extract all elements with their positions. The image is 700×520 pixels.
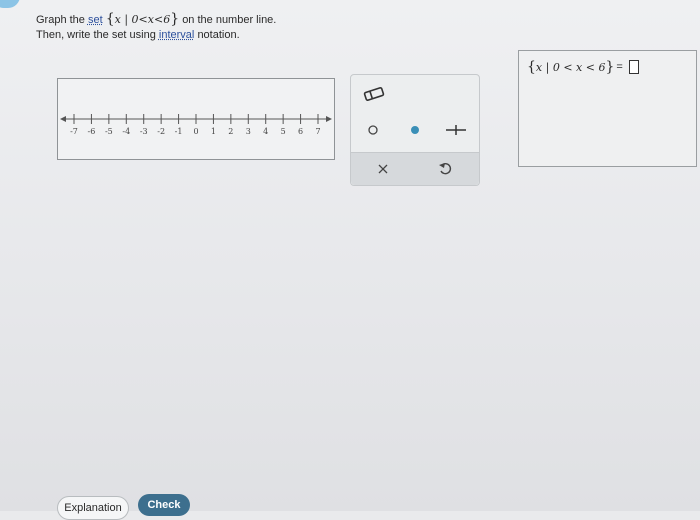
number-line-tick-label: -3 (140, 127, 148, 136)
equals-sign: = (616, 61, 623, 73)
check-button[interactable]: Check (138, 494, 190, 516)
question-line2-prefix: Then, write the set using (36, 29, 156, 41)
set-link[interactable]: set (88, 14, 103, 26)
answer-expression: {x | 0 < x < 6} = (527, 59, 639, 75)
number-line-tick-label: -1 (175, 127, 183, 136)
question-line-1: Graph the set {x | 0<x<6} on the number … (36, 12, 276, 28)
answer-set-text: x | 0 < x < 6 (535, 61, 606, 74)
clear-button[interactable] (373, 159, 393, 179)
closed-circle-icon (411, 126, 419, 134)
number-line-graph[interactable]: -7 -6 -5 -4 -3 -2 -1 0 1 2 3 4 5 6 7 (57, 78, 335, 160)
number-line-tick-label: -7 (70, 127, 78, 136)
number-line-tick-label: 3 (246, 127, 251, 136)
set-expression-text: x | 0<x<6 (114, 13, 171, 26)
interval-link[interactable]: interval (159, 29, 194, 41)
left-arrow-icon (60, 116, 66, 122)
graph-tool-panel (350, 74, 480, 186)
set-expression: {x | 0<x<6} (105, 11, 180, 27)
segment-tool[interactable] (443, 119, 469, 141)
number-line-tick-label: 6 (298, 127, 303, 136)
answer-set: {x | 0 < x < 6} (527, 59, 615, 75)
number-line-tick-label: 0 (193, 127, 198, 136)
closed-circle-tool[interactable] (405, 119, 425, 141)
question-line2-suffix: notation. (197, 29, 240, 41)
number-line-tick-label: 5 (281, 127, 286, 136)
question-line-2: Then, write the set using interval notat… (36, 28, 276, 43)
x-icon (378, 164, 388, 174)
answer-box: {x | 0 < x < 6} = (518, 50, 697, 167)
tool-footer (351, 152, 479, 185)
right-arrow-icon (326, 116, 332, 122)
segment-icon (446, 125, 466, 135)
number-line-svg[interactable]: -7 -6 -5 -4 -3 -2 -1 0 1 2 3 4 5 6 7 (58, 79, 334, 159)
number-line-tick-label: -6 (88, 127, 96, 136)
number-line-tick-label: -2 (157, 127, 165, 136)
question-suffix: on the number line. (182, 14, 277, 26)
number-line-tick-label: -5 (105, 127, 113, 136)
number-line-tick-label: 7 (315, 127, 320, 136)
number-line-tick-label: 4 (263, 127, 268, 136)
eraser-tool[interactable] (359, 83, 389, 105)
undo-icon (439, 162, 452, 175)
open-circle-icon (368, 125, 378, 135)
question-text: Graph the set {x | 0<x<6} on the number … (36, 12, 276, 43)
number-line-tick-label: -4 (122, 127, 130, 136)
question-prefix: Graph the (36, 14, 85, 26)
open-circle-tool[interactable] (363, 119, 383, 141)
number-line-tick-label: 2 (228, 127, 233, 136)
eraser-icon (363, 87, 385, 101)
undo-button[interactable] (435, 159, 455, 179)
answer-input[interactable] (628, 60, 639, 74)
number-line-tick-label: 1 (211, 127, 216, 136)
explanation-button[interactable]: Explanation (57, 496, 129, 520)
